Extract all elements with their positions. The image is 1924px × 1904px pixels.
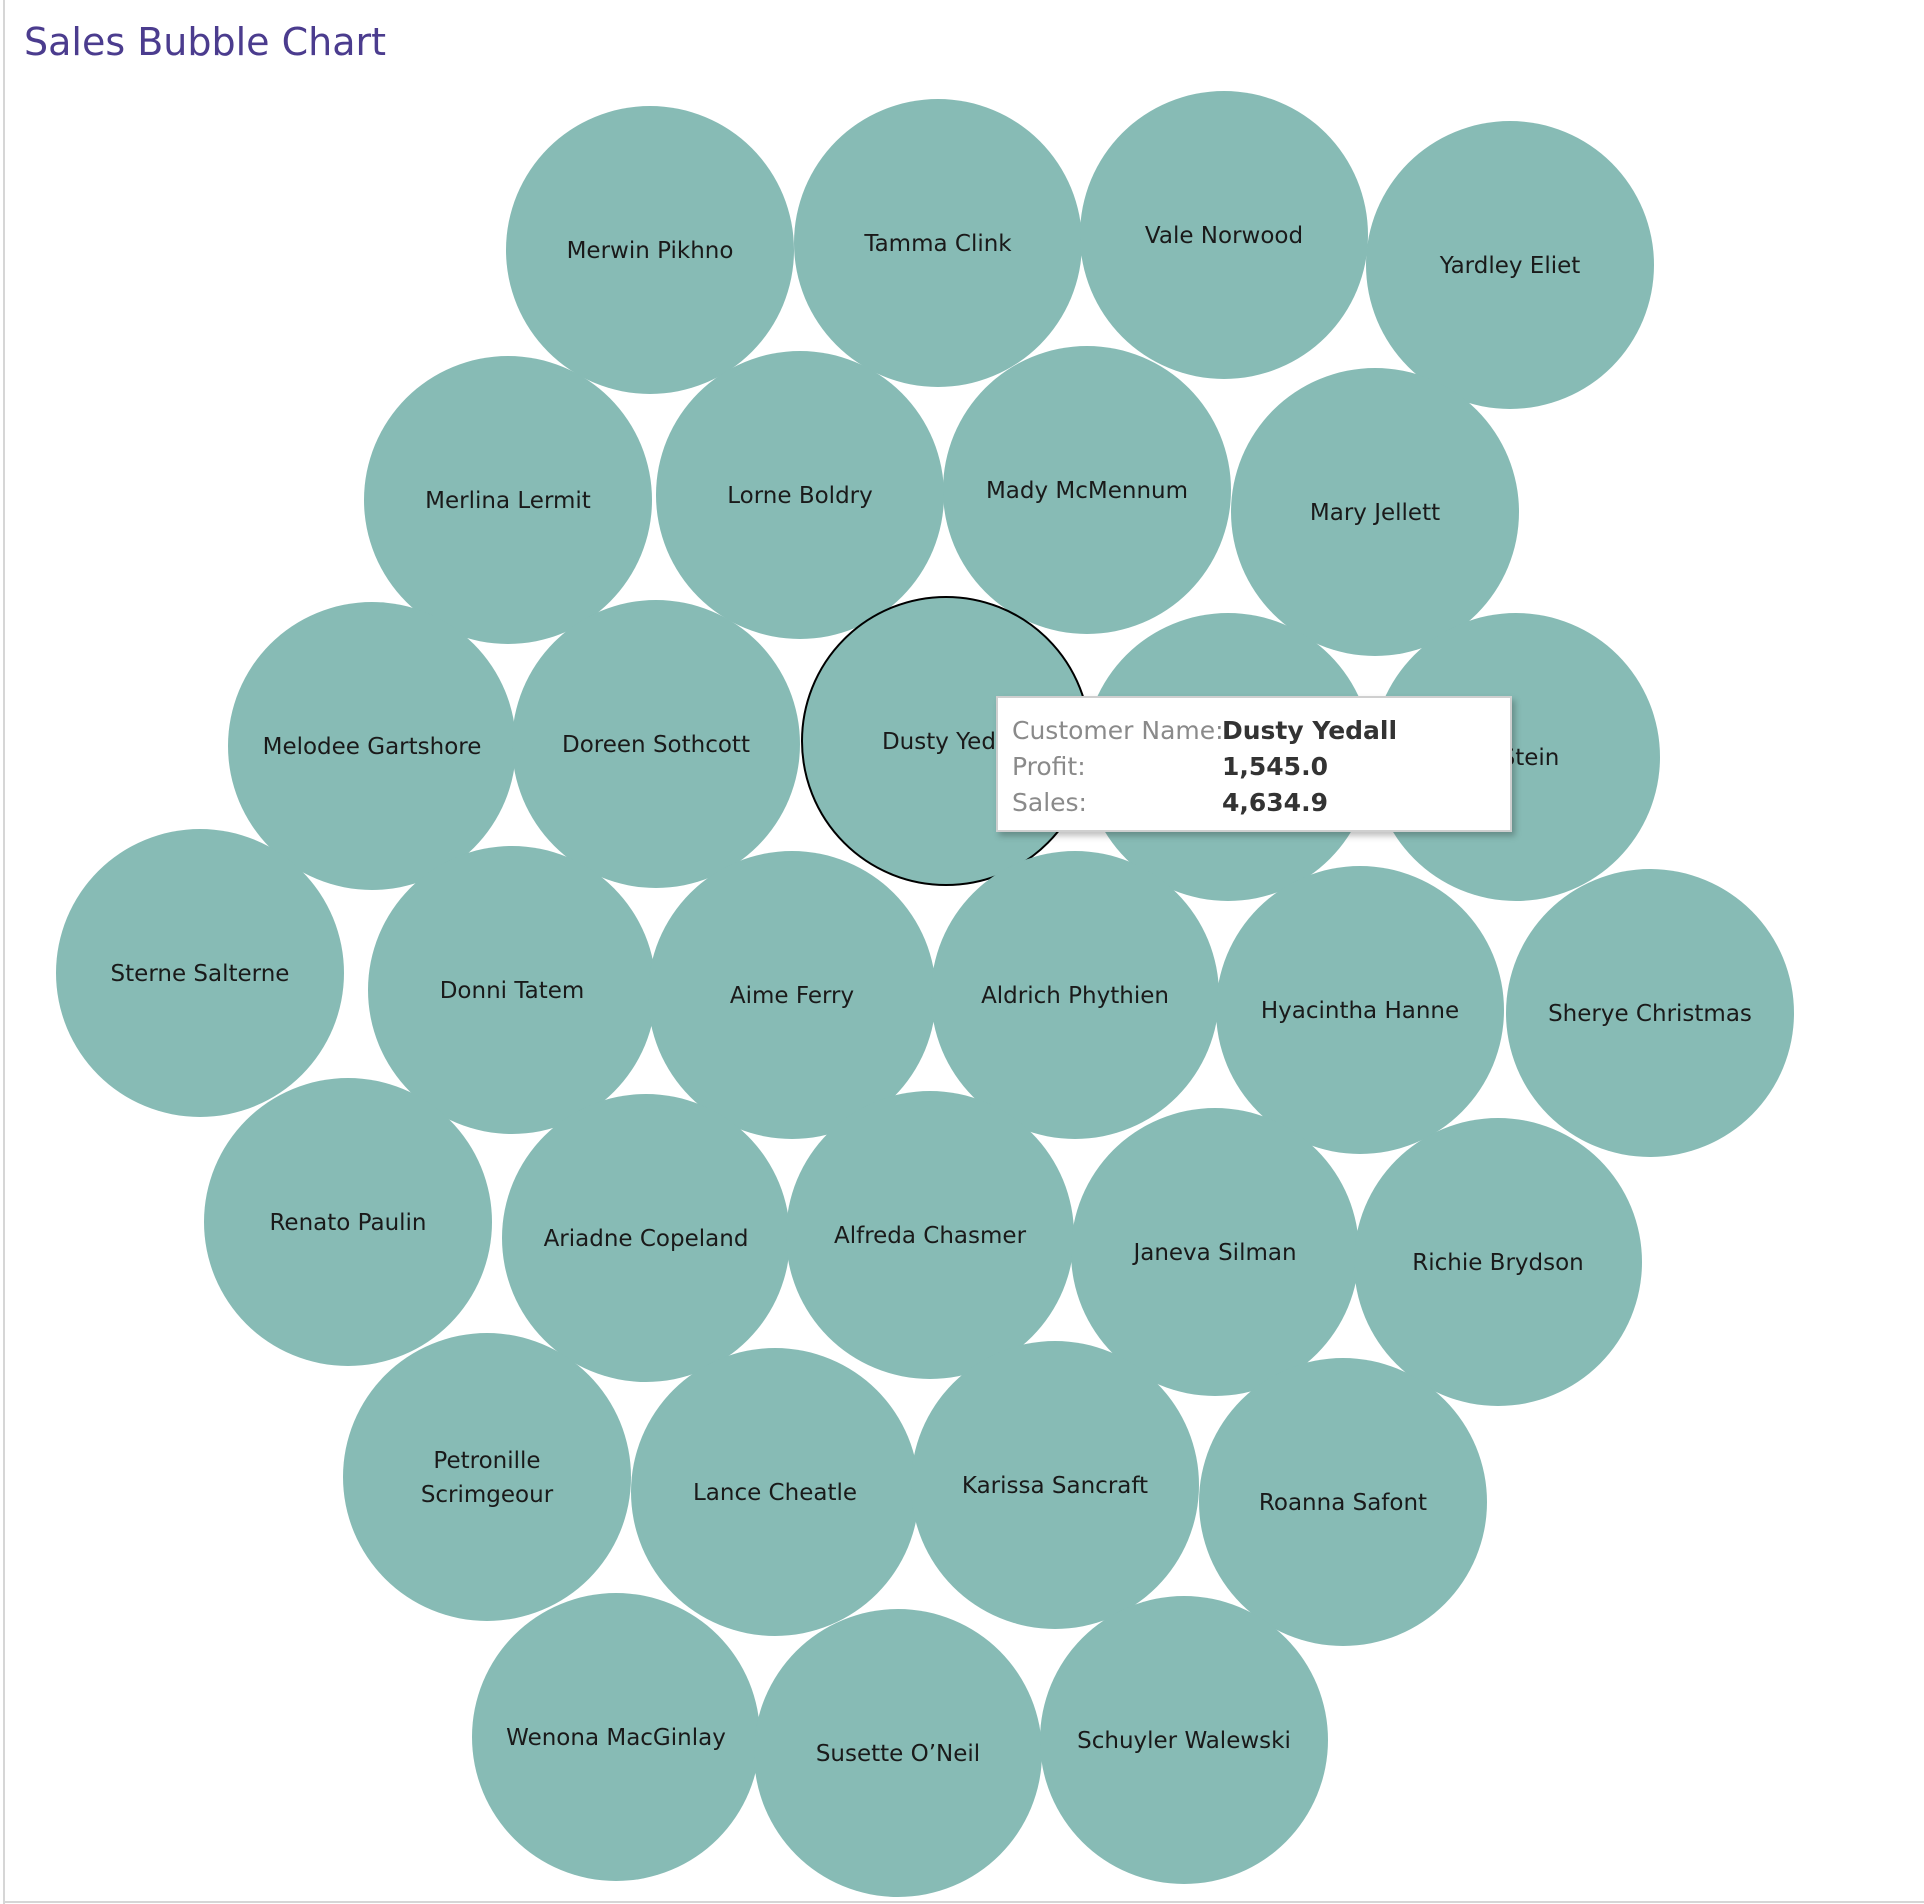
bubble-label: Janeva Silman [1131,1240,1296,1266]
bubble-label: Sterne Salterne [111,961,290,987]
bubble-melodee-gartshore[interactable]: Melodee Gartshore [228,602,516,890]
bubble-label: Renato Paulin [269,1210,426,1236]
bubble-mark[interactable] [343,1333,631,1621]
bubble-renato-paulin[interactable]: Renato Paulin [204,1078,492,1366]
tooltip-profit-key: Profit: [1012,752,1086,781]
bubble-label: Hyacintha Hanne [1261,998,1459,1024]
bubble-label: Doreen Sothcott [562,732,750,758]
bubble-label: Mary Jellett [1310,500,1440,526]
bubble-hyacintha-hanne[interactable]: Hyacintha Hanne [1216,866,1504,1154]
bubble-label: Karissa Sancraft [962,1473,1148,1499]
bubble-lorne-boldry[interactable]: Lorne Boldry [656,351,944,639]
bubble-petronille-scrimgeour[interactable]: Petronille Scrimgeour [343,1333,631,1621]
tooltip: Customer Name: Dusty Yedall Profit: 1,54… [996,696,1512,832]
bubble-label: Lorne Boldry [727,483,872,509]
bubble-susette-o-neil[interactable]: Susette O’Neil [754,1609,1042,1897]
bubble-label: Richie Brydson [1412,1250,1584,1276]
bubble-sterne-salterne[interactable]: Sterne Salterne [56,829,344,1117]
tooltip-customer-key: Customer Name: [1012,716,1224,745]
bubble-merlina-lermit[interactable]: Merlina Lermit [364,356,652,644]
bubble-label: Yardley Eliet [1439,253,1581,279]
bubble-label: Melodee Gartshore [263,734,482,760]
bubble-donni-tatem[interactable]: Donni Tatem [368,846,656,1134]
bubble-label: Wenona MacGinlay [506,1725,726,1751]
bubble-label: Merlina Lermit [425,488,591,514]
bubble-tamma-clink[interactable]: Tamma Clink [794,99,1082,387]
tooltip-profit-value: 1,545.0 [1222,752,1328,781]
bubble-merwin-pikhno[interactable]: Merwin Pikhno [506,106,794,394]
bubble-label: Roanna Safont [1259,1490,1427,1516]
bubble-label: Ariadne Copeland [544,1226,749,1252]
bubble-karissa-sancraft[interactable]: Karissa Sancraft [911,1341,1199,1629]
bubble-chart: Merwin Pikhno Tamma Clink Vale Norwood Yard… [56,91,1794,1897]
bubble-label: Lance Cheatle [693,1480,857,1506]
bubble-mady-mcmennum[interactable]: Mady McMennum [943,346,1231,634]
bubble-label: Susette O’Neil [816,1741,980,1767]
bubble-label: Merwin Pikhno [567,238,734,264]
bubble-ariadne-copeland[interactable]: Ariadne Copeland [502,1094,790,1382]
bubble-label: Vale Norwood [1145,223,1303,249]
bubble-label: Alfreda Chasmer [834,1223,1027,1249]
bubble-vale-norwood[interactable]: Vale Norwood [1080,91,1368,379]
tooltip-sales-key: Sales: [1012,788,1087,817]
bubble-sherye-christmas[interactable]: Sherye Christmas [1506,869,1794,1157]
bubble-janeva-silman[interactable]: Janeva Silman [1071,1108,1359,1396]
bubble-wenona-macginlay[interactable]: Wenona MacGinlay [472,1593,760,1881]
bubble-label: Scrimgeour [421,1482,554,1508]
bubble-label: Dusty Yeda [882,729,1010,755]
bubble-aldrich-phythien[interactable]: Aldrich Phythien [931,851,1219,1139]
bubble-lance-cheatle[interactable]: Lance Cheatle [631,1348,919,1636]
bubble-roanna-safont[interactable]: Roanna Safont [1199,1358,1487,1646]
bubble-aime-ferry[interactable]: Aime Ferry [648,851,936,1139]
bubble-mary-jellett[interactable]: Mary Jellett [1231,368,1519,656]
bubble-label: Sherye Christmas [1548,1001,1752,1027]
bubble-label: Schuyler Walewski [1077,1728,1291,1754]
bubble-label: Petronille [433,1448,540,1474]
bubble-label: Aldrich Phythien [981,983,1169,1009]
bubble-richie-brydson[interactable]: Richie Brydson [1354,1118,1642,1406]
tooltip-sales-value: 4,634.9 [1222,788,1328,817]
bubble-label: Donni Tatem [440,978,585,1004]
bubble-label: Mady McMennum [986,478,1188,504]
bubble-label: Tamma Clink [863,231,1012,257]
bubble-yardley-eliet[interactable]: Yardley Eliet [1366,121,1654,409]
bubble-schuyler-walewski[interactable]: Schuyler Walewski [1040,1596,1328,1884]
tooltip-customer-value: Dusty Yedall [1222,716,1398,745]
bubble-doreen-sothcott[interactable]: Doreen Sothcott [512,600,800,888]
bubble-alfreda-chasmer[interactable]: Alfreda Chasmer [786,1091,1074,1379]
bubble-label: Aime Ferry [730,983,854,1009]
